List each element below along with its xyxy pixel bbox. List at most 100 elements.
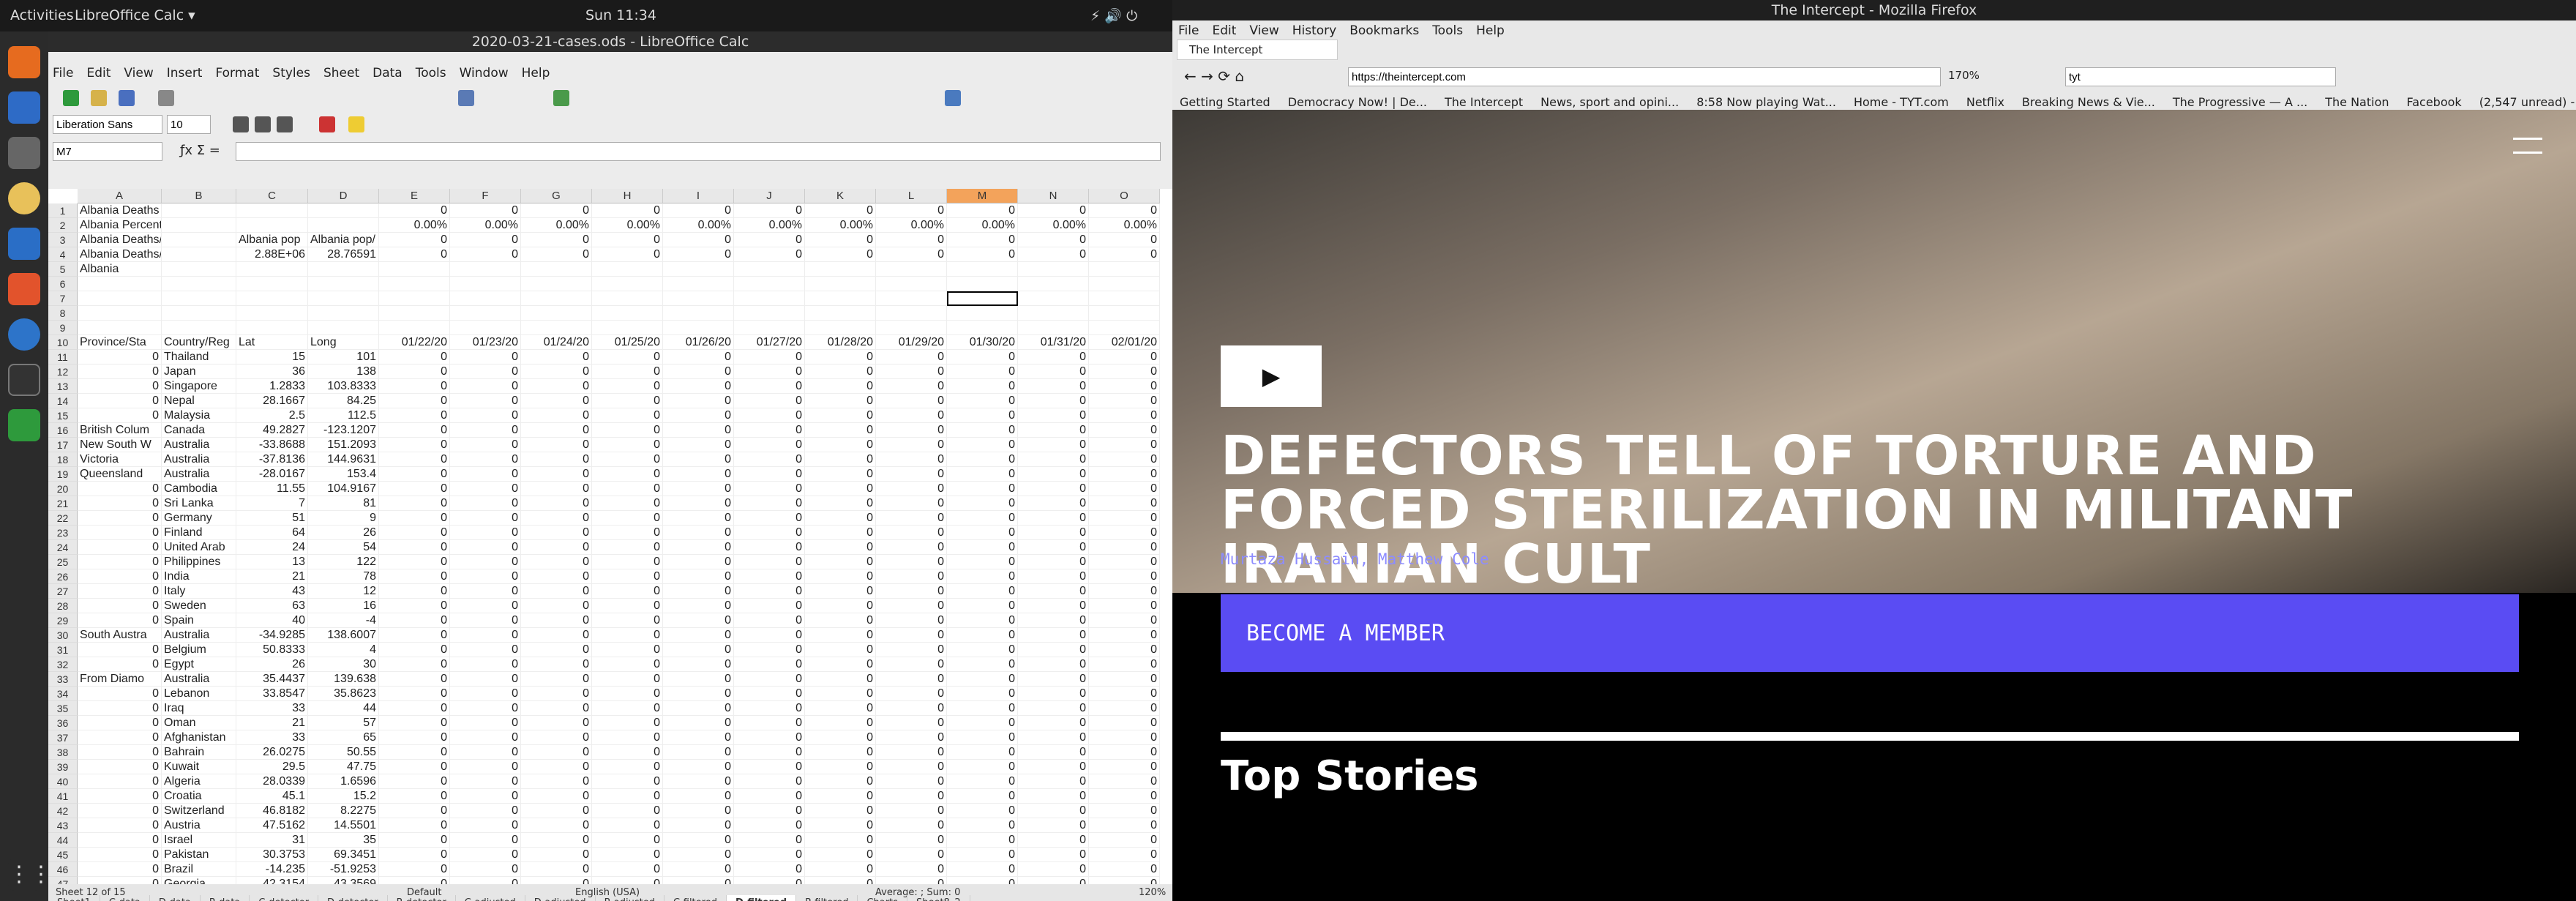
cell[interactable]: India bbox=[162, 569, 236, 584]
cell[interactable]: 0 bbox=[1018, 774, 1089, 789]
row-header[interactable]: 19 bbox=[48, 467, 78, 482]
cell[interactable]: 0 bbox=[1089, 774, 1160, 789]
cell[interactable]: 0 bbox=[1089, 833, 1160, 848]
cell[interactable]: -34.9285 bbox=[236, 628, 308, 643]
cell[interactable]: 50.8333 bbox=[236, 643, 308, 657]
cell[interactable] bbox=[1018, 262, 1089, 277]
cell[interactable]: 0 bbox=[379, 774, 450, 789]
menu-icon[interactable] bbox=[2513, 138, 2542, 154]
cell[interactable]: 0 bbox=[78, 760, 162, 774]
row-header[interactable]: 28 bbox=[48, 599, 78, 613]
cell[interactable]: 0 bbox=[734, 203, 805, 218]
cell[interactable]: 0 bbox=[521, 643, 592, 657]
cell[interactable]: 0 bbox=[663, 730, 734, 745]
row-header[interactable]: 11 bbox=[48, 350, 78, 364]
column-header[interactable]: B bbox=[162, 189, 236, 203]
cell[interactable]: 0 bbox=[947, 730, 1018, 745]
cell[interactable]: 0 bbox=[78, 848, 162, 862]
cell[interactable]: 14.5501 bbox=[308, 818, 379, 833]
cell[interactable]: 0 bbox=[734, 511, 805, 526]
sheet-tab-r-filtered[interactable]: R-filtered bbox=[796, 895, 858, 901]
sheet-tab-c-adjusted[interactable]: C-adjusted bbox=[456, 895, 525, 901]
cell[interactable]: 0 bbox=[1018, 350, 1089, 364]
cell[interactable]: 8.2275 bbox=[308, 804, 379, 818]
sheet-tab-charts[interactable]: Charts bbox=[858, 895, 907, 901]
cell[interactable]: 0 bbox=[450, 438, 521, 452]
cell[interactable]: 0 bbox=[876, 862, 947, 877]
cell[interactable]: 0 bbox=[734, 233, 805, 247]
cell[interactable]: Australia bbox=[162, 672, 236, 687]
cell[interactable]: 0 bbox=[663, 540, 734, 555]
cell[interactable]: 0 bbox=[592, 716, 663, 730]
cell[interactable] bbox=[450, 277, 521, 291]
cell[interactable]: Australia bbox=[162, 452, 236, 467]
cell[interactable]: Thailand bbox=[162, 350, 236, 364]
cell[interactable]: 0 bbox=[663, 613, 734, 628]
cell[interactable]: 101 bbox=[308, 350, 379, 364]
cell[interactable]: 0 bbox=[1018, 833, 1089, 848]
cell[interactable]: 0 bbox=[379, 350, 450, 364]
cell[interactable] bbox=[521, 291, 592, 306]
cell[interactable]: 0 bbox=[1089, 643, 1160, 657]
cell[interactable]: -123.1207 bbox=[308, 423, 379, 438]
cell[interactable] bbox=[308, 262, 379, 277]
cell[interactable]: 28.1667 bbox=[236, 394, 308, 408]
cell[interactable]: Long bbox=[308, 335, 379, 350]
cell[interactable]: 0 bbox=[947, 511, 1018, 526]
column-header[interactable]: A bbox=[78, 189, 162, 203]
row-header[interactable]: 16 bbox=[48, 423, 78, 438]
cell[interactable]: 0 bbox=[1018, 584, 1089, 599]
cell[interactable]: 0 bbox=[876, 482, 947, 496]
cell[interactable]: 0 bbox=[1018, 555, 1089, 569]
cell[interactable]: 0 bbox=[947, 701, 1018, 716]
cell[interactable]: 0 bbox=[1089, 379, 1160, 394]
cell[interactable]: 0 bbox=[521, 394, 592, 408]
cell[interactable]: 0 bbox=[521, 613, 592, 628]
cell[interactable]: 24 bbox=[236, 540, 308, 555]
cell[interactable] bbox=[1089, 262, 1160, 277]
row-header[interactable]: 40 bbox=[48, 774, 78, 789]
cell[interactable]: 0 bbox=[734, 643, 805, 657]
cell[interactable]: 0 bbox=[592, 233, 663, 247]
cell[interactable] bbox=[663, 277, 734, 291]
cell[interactable]: 0 bbox=[379, 760, 450, 774]
cell[interactable]: 30.3753 bbox=[236, 848, 308, 862]
cell[interactable]: Albania Deaths/Day bbox=[78, 233, 162, 247]
cell[interactable] bbox=[521, 277, 592, 291]
cell[interactable]: 0 bbox=[78, 482, 162, 496]
cell[interactable]: 0 bbox=[78, 687, 162, 701]
cell[interactable]: 0 bbox=[1089, 540, 1160, 555]
cell[interactable]: 0 bbox=[450, 804, 521, 818]
cell[interactable]: 0 bbox=[1018, 804, 1089, 818]
cell[interactable]: 4 bbox=[308, 643, 379, 657]
cell[interactable]: 0 bbox=[663, 394, 734, 408]
cell[interactable]: 0 bbox=[450, 789, 521, 804]
cell[interactable]: 0 bbox=[663, 408, 734, 423]
cell[interactable]: 0 bbox=[592, 540, 663, 555]
cell[interactable]: 0 bbox=[379, 379, 450, 394]
name-box[interactable] bbox=[53, 142, 162, 161]
cell[interactable]: 0 bbox=[521, 833, 592, 848]
cell[interactable]: 54 bbox=[308, 540, 379, 555]
firefox-icon[interactable] bbox=[8, 46, 40, 78]
cell[interactable] bbox=[162, 321, 236, 335]
chart-icon[interactable] bbox=[553, 90, 569, 106]
row-header[interactable]: 10 bbox=[48, 335, 78, 350]
cell[interactable]: 0 bbox=[734, 555, 805, 569]
font-color-icon[interactable] bbox=[319, 116, 335, 132]
cell[interactable]: Italy bbox=[162, 584, 236, 599]
cell[interactable]: 50.55 bbox=[308, 745, 379, 760]
cell[interactable]: 0 bbox=[1089, 555, 1160, 569]
cell[interactable]: 0 bbox=[450, 379, 521, 394]
cell[interactable]: 0 bbox=[450, 408, 521, 423]
cell[interactable]: 0 bbox=[805, 526, 876, 540]
cell[interactable]: 0 bbox=[379, 657, 450, 672]
print-icon[interactable] bbox=[158, 90, 174, 106]
ff-menu-file[interactable]: File bbox=[1178, 23, 1199, 38]
nav-buttons[interactable]: ← → ⟳ ⌂ bbox=[1184, 67, 1244, 85]
row-header[interactable]: 14 bbox=[48, 394, 78, 408]
cell[interactable]: 0 bbox=[734, 862, 805, 877]
cell[interactable]: 0 bbox=[379, 643, 450, 657]
cell[interactable]: Albania bbox=[78, 262, 162, 277]
cell[interactable]: 0 bbox=[592, 657, 663, 672]
